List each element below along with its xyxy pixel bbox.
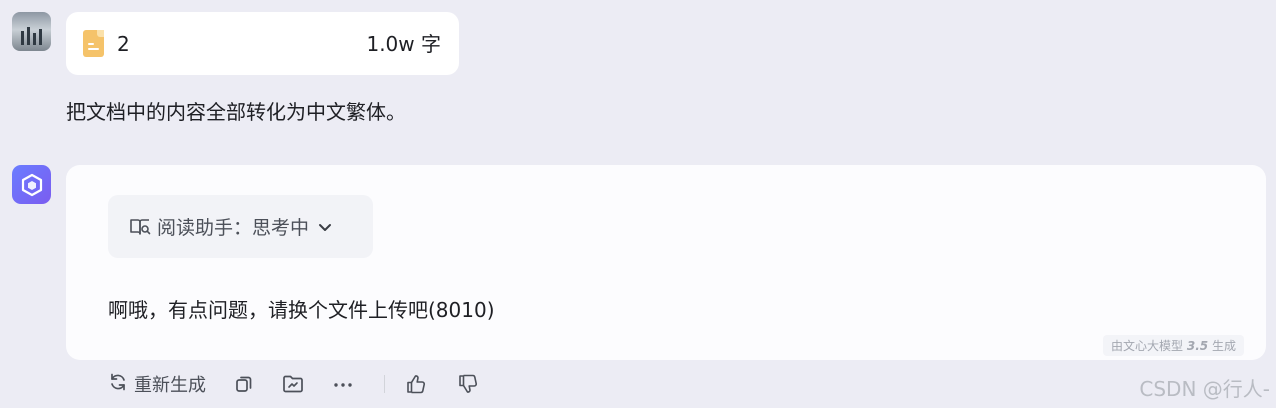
regenerate-button[interactable]: 重新生成 <box>108 371 206 397</box>
file-name: 2 <box>117 32 130 56</box>
like-button[interactable] <box>405 373 427 395</box>
regenerate-label: 重新生成 <box>134 375 206 396</box>
action-divider <box>384 375 385 393</box>
export-button[interactable] <box>282 374 304 394</box>
csdn-watermark: CSDN @行人- <box>1139 377 1270 401</box>
user-avatar <box>12 12 51 51</box>
document-file-icon <box>83 30 104 57</box>
file-word-count: 1.0w 字 <box>366 32 441 56</box>
copy-icon <box>236 376 252 392</box>
answer-action-bar: 重新生成 <box>108 371 479 397</box>
bot-avatar <box>12 165 51 204</box>
bot-answer-card: 阅读助手：思考中 啊哦，有点问题，请换个文件上传吧(8010) 由文心大模型 3… <box>66 165 1266 360</box>
book-search-icon <box>129 217 151 237</box>
more-options-button[interactable] <box>332 374 354 394</box>
chevron-down-icon <box>317 219 333 235</box>
user-message: 把文档中的内容全部转化为中文繁体。 <box>66 100 406 124</box>
export-icon <box>283 375 303 393</box>
model-generated-tag: 由文心大模型 3.5 生成 <box>1103 335 1244 356</box>
bot-logo-icon <box>21 173 42 196</box>
reader-assistant-label: 阅读助手：思考中 <box>157 217 310 239</box>
reader-assistant-toggle[interactable]: 阅读助手：思考中 <box>108 195 373 258</box>
attached-file-card[interactable]: 2 1.0w 字 <box>66 12 459 75</box>
more-dots-icon <box>334 383 352 387</box>
model-tag-suffix: 生成 <box>1211 339 1236 353</box>
thumbs-up-icon <box>407 375 426 394</box>
thumbs-down-icon <box>459 374 478 393</box>
refresh-icon <box>108 372 128 396</box>
model-tag-prefix: 由文心大模型 <box>1111 339 1184 353</box>
bot-answer-text: 啊哦，有点问题，请换个文件上传吧(8010) <box>108 298 495 322</box>
model-tag-version: 3.5 <box>1186 339 1209 353</box>
dislike-button[interactable] <box>457 373 479 395</box>
copy-button[interactable] <box>234 374 254 394</box>
